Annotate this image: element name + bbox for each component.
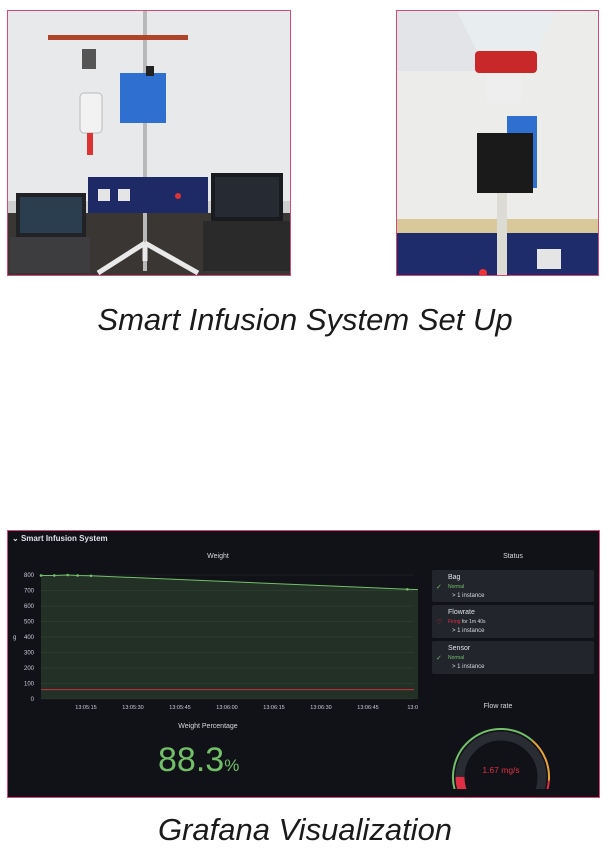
dashboard-title: Smart Infusion System	[20, 534, 108, 543]
weight-panel-title: Weight	[207, 553, 229, 560]
check-icon: ✓	[436, 584, 442, 591]
dashboard-row-header[interactable]: ⌄ Smart Infusion System	[12, 534, 108, 543]
weight-data-point	[66, 573, 69, 577]
x-tick-label: 13:05:30	[122, 705, 143, 711]
y-tick-label: 0	[31, 697, 35, 703]
y-tick-label: 100	[24, 682, 35, 688]
status-instances[interactable]: > 1 instance	[452, 664, 485, 670]
flow-rate-title: Flow rate	[483, 703, 513, 710]
x-tick-label: 13:06:00	[216, 705, 237, 711]
gauge-track	[455, 731, 547, 789]
weight-area	[41, 575, 418, 699]
x-tick-label: 13:06:45	[357, 705, 378, 711]
weight-percentage-title: Weight Percentage	[178, 723, 238, 730]
status-card-bag[interactable]: ✓ Bag Normal > 1 instance	[432, 570, 594, 602]
chevron-down-icon: ⌄	[12, 534, 19, 543]
x-tick-label: 13:07:	[407, 705, 418, 711]
gauge-value-arc	[455, 776, 467, 789]
status-state-label: Firing	[448, 619, 461, 625]
status-name: Bag	[448, 574, 461, 581]
sensor-closeup-illustration	[397, 11, 598, 275]
y-tick-label: 200	[24, 666, 35, 672]
weight-percentage-unit: %	[224, 756, 240, 775]
status-card-sensor[interactable]: ✓ Sensor Normal > 1 instance	[432, 641, 594, 674]
y-axis-label: g	[13, 635, 16, 641]
status-card-flowrate[interactable]: ♡ Flowrate Firing for 1m 40s > 1 instanc…	[432, 605, 594, 638]
x-tick-label: 13:06:15	[263, 705, 284, 711]
check-icon: ✓	[436, 655, 442, 662]
y-tick-label: 800	[24, 573, 35, 579]
flow-rate-gauge	[452, 728, 550, 789]
setup-caption: Smart Infusion System Set Up	[97, 302, 513, 337]
weight-data-point	[76, 574, 79, 577]
y-tick-label: 700	[24, 589, 35, 595]
weight-percentage-number: 88.3	[158, 741, 225, 779]
weight-data-point	[406, 587, 409, 591]
status-instances[interactable]: > 1 instance	[452, 593, 485, 599]
setup-photo-illustration	[8, 11, 290, 275]
status-state-duration: for 1m 40s	[460, 619, 486, 625]
x-tick-label: 13:05:15	[75, 705, 96, 711]
weight-data-point	[53, 574, 56, 577]
sensor-closeup-photo	[396, 10, 599, 276]
y-tick-label: 400	[24, 635, 35, 641]
y-tick-label: 500	[24, 620, 35, 626]
status-instances[interactable]: > 1 instance	[452, 628, 485, 634]
x-tick-label: 13:06:30	[310, 705, 331, 711]
status-state: Firing for 1m 40s	[448, 619, 486, 625]
heart-alert-icon: ♡	[436, 619, 443, 626]
flow-rate-value: 1.67 mg/s	[482, 765, 520, 775]
status-panel-title: Status	[503, 553, 523, 560]
status-state: Normal	[448, 584, 465, 590]
weight-data-point	[39, 574, 43, 577]
y-tick-label: 600	[24, 604, 35, 610]
setup-photo	[7, 10, 291, 276]
weight-percentage-value: 88.3%	[158, 741, 239, 780]
grafana-caption: Grafana Visualization	[157, 812, 453, 847]
x-tick-label: 13:05:45	[169, 705, 190, 711]
status-state: Normal	[448, 655, 465, 661]
weight-chart: 0 100 200 300 400 500 600 700 800 g 13:05:15 13:05:…	[13, 573, 418, 711]
grafana-dashboard: ⌄ Smart Infusion System Weight 0 100 200 30…	[7, 530, 600, 798]
status-name: Sensor	[448, 645, 471, 652]
weight-data-point	[89, 574, 93, 578]
status-name: Flowrate	[448, 609, 475, 616]
y-tick-label: 300	[24, 651, 35, 657]
